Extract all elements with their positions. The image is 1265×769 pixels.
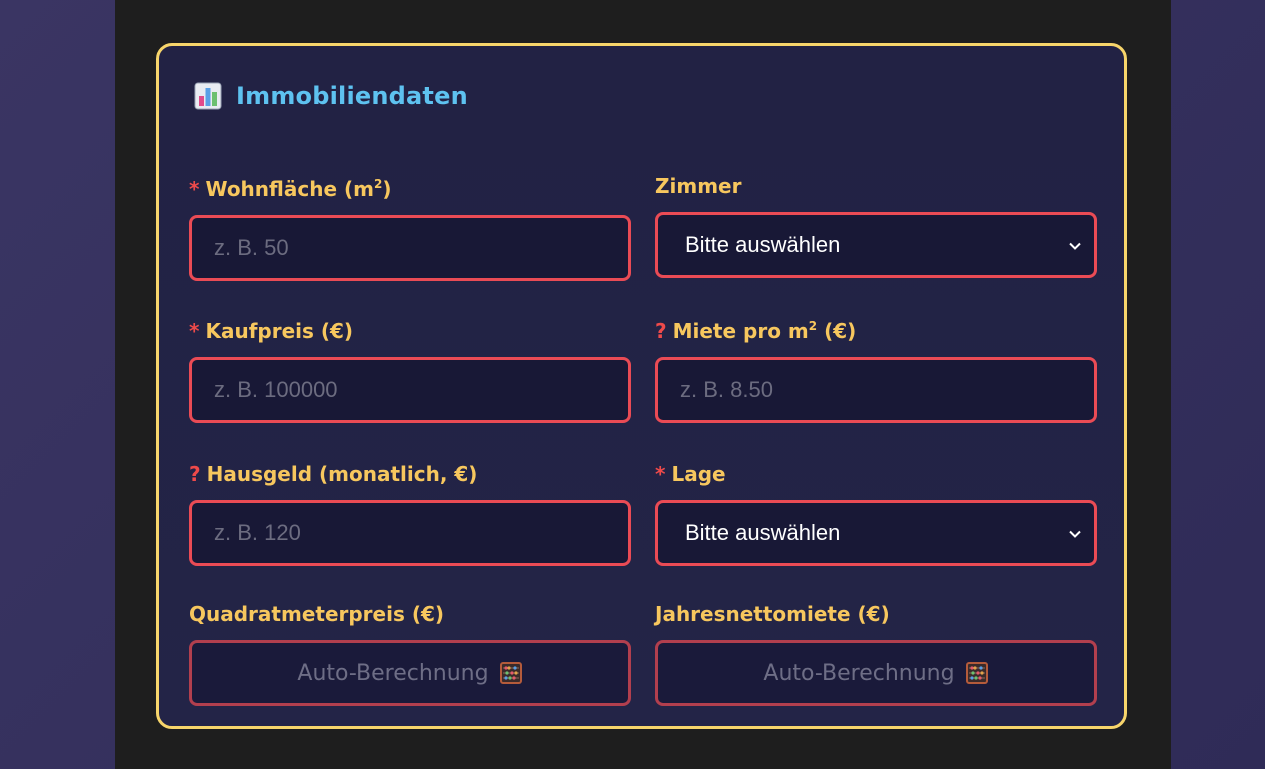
lage-label-text: Lage [671, 462, 726, 486]
miete-input-box[interactable] [655, 357, 1097, 423]
hausgeld-input-box[interactable] [189, 500, 631, 566]
jahresnettomiete-output: Auto-Berechnung [655, 640, 1097, 706]
field-quadratmeterpreis: Quadratmeterpreis (€) Auto-Berechnung [189, 602, 631, 706]
kaufpreis-label-text: Kaufpreis (€) [205, 319, 354, 343]
quadratmeterpreis-label-text: Quadratmeterpreis (€) [189, 602, 445, 626]
field-lage: * Lage Bitte auswählen [655, 462, 1097, 566]
kaufpreis-input-box[interactable] [189, 357, 631, 423]
hausgeld-input[interactable] [212, 519, 628, 547]
kaufpreis-label: * Kaufpreis (€) [189, 319, 631, 349]
field-wohnflaeche: * Wohnfläche (m2) [189, 177, 631, 281]
wohnflaeche-label-end: ) [382, 177, 392, 201]
wohnflaeche-input[interactable] [212, 234, 628, 262]
wohnflaeche-label-text: Wohnfläche (m [205, 177, 374, 201]
field-miete: ? Miete pro m2 (€) [655, 319, 1097, 423]
zimmer-label-text: Zimmer [655, 174, 742, 198]
miete-label: ? Miete pro m2 (€) [655, 319, 1097, 349]
immobiliendaten-card: Immobiliendaten * Wohnfläche (m2) Zimmer… [156, 43, 1127, 729]
quadratmeterpreis-value: Auto-Berechnung [297, 660, 489, 686]
optional-marker: ? [189, 462, 201, 486]
jahresnettomiete-label-text: Jahresnettomiete (€) [655, 602, 890, 626]
hausgeld-label: ? Hausgeld (monatlich, €) [189, 462, 631, 492]
miete-label-sup: 2 [808, 319, 818, 333]
field-zimmer: Zimmer Bitte auswählen [655, 174, 1097, 278]
lage-select[interactable]: Bitte auswählen [655, 500, 1097, 566]
hausgeld-label-text: Hausgeld (monatlich, €) [206, 462, 478, 486]
lage-select-value: Bitte auswählen [685, 520, 841, 545]
jahresnettomiete-value: Auto-Berechnung [763, 660, 955, 686]
kaufpreis-input[interactable] [212, 376, 628, 404]
zimmer-label: Zimmer [655, 174, 1097, 204]
chevron-down-icon [1068, 238, 1082, 252]
miete-label-text: Miete pro m [672, 319, 809, 343]
required-marker: * [189, 319, 200, 343]
optional-marker: ? [655, 319, 667, 343]
bar-chart-icon [194, 82, 222, 110]
field-hausgeld: ? Hausgeld (monatlich, €) [189, 462, 631, 566]
field-kaufpreis: * Kaufpreis (€) [189, 319, 631, 423]
wohnflaeche-label-sup: 2 [373, 177, 383, 191]
quadratmeterpreis-output: Auto-Berechnung [189, 640, 631, 706]
zimmer-select-value: Bitte auswählen [685, 232, 841, 257]
abacus-icon [499, 661, 523, 685]
abacus-icon [965, 661, 989, 685]
required-marker: * [655, 462, 666, 486]
section-title-text: Immobiliendaten [236, 82, 468, 110]
zimmer-select[interactable]: Bitte auswählen [655, 212, 1097, 278]
chevron-down-icon [1068, 526, 1082, 540]
miete-label-end: (€) [817, 319, 857, 343]
lage-label: * Lage [655, 462, 1097, 492]
jahresnettomiete-label: Jahresnettomiete (€) [655, 602, 1097, 632]
miete-input[interactable] [678, 376, 1094, 404]
field-jahresnettomiete: Jahresnettomiete (€) Auto-Berechnung [655, 602, 1097, 706]
quadratmeterpreis-label: Quadratmeterpreis (€) [189, 602, 631, 632]
wohnflaeche-input-box[interactable] [189, 215, 631, 281]
section-title: Immobiliendaten [194, 82, 468, 110]
wohnflaeche-label: * Wohnfläche (m2) [189, 177, 631, 207]
required-marker: * [189, 177, 200, 201]
